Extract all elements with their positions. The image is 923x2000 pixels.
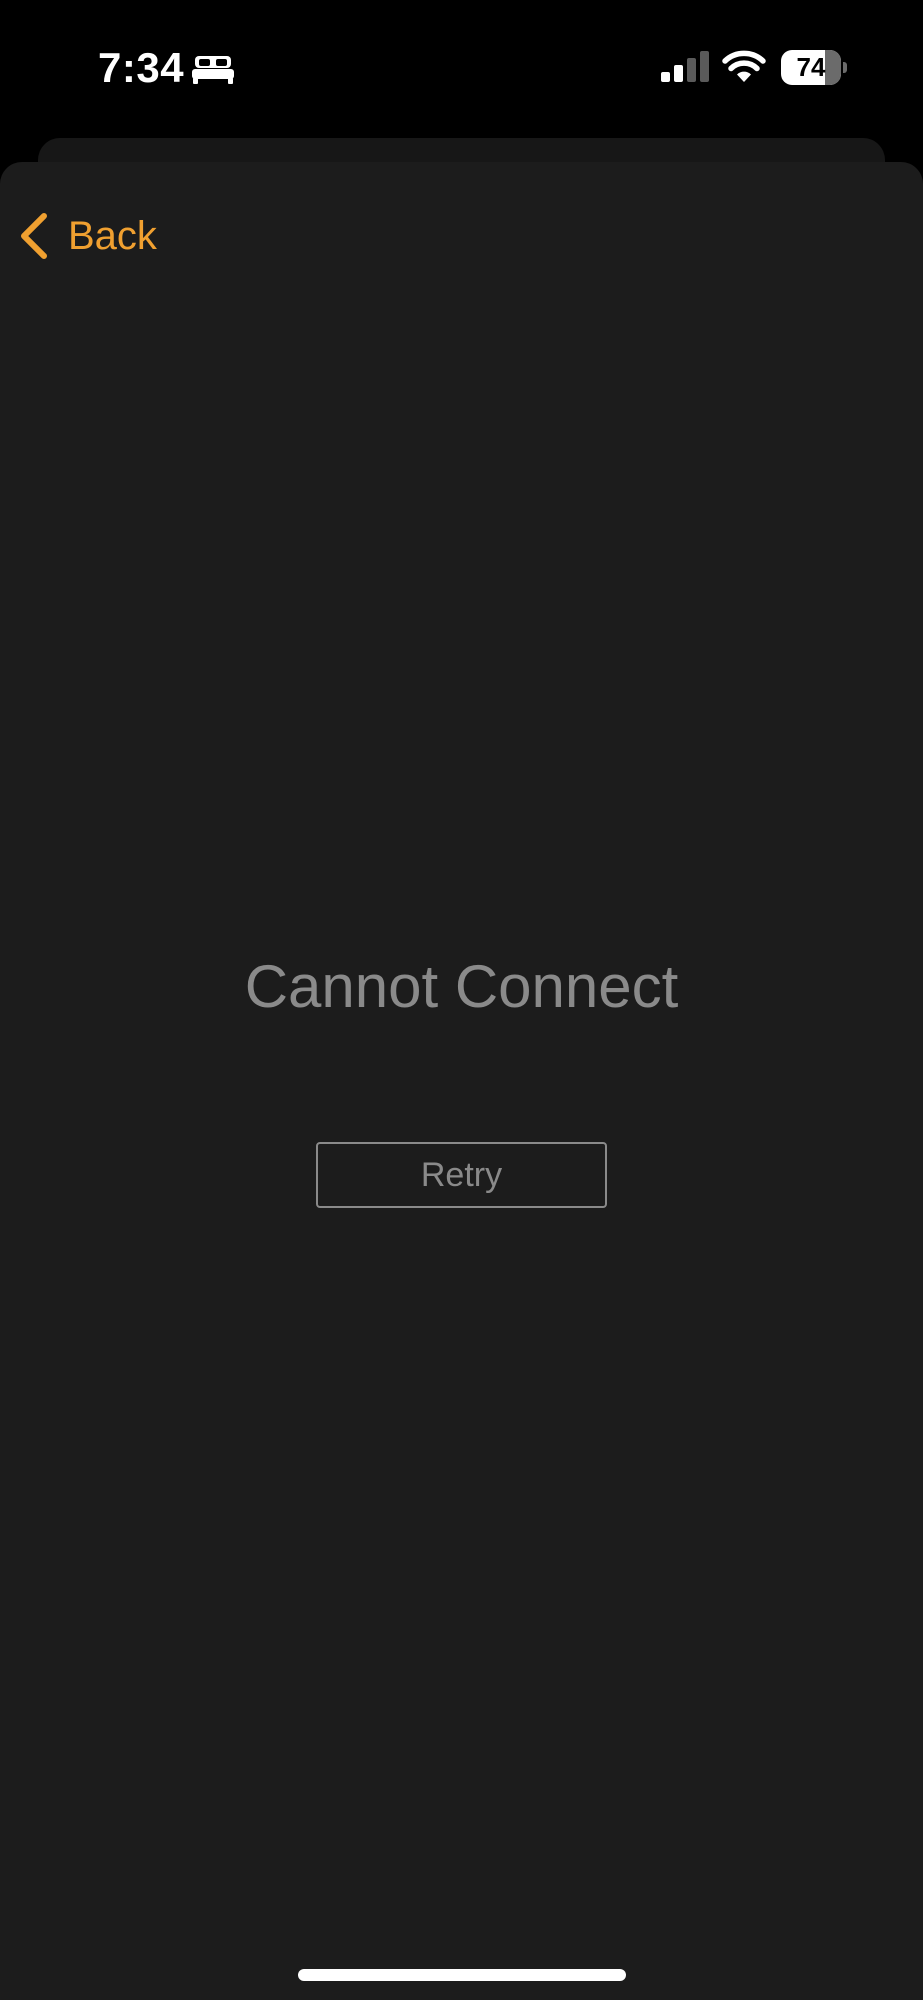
battery-level: 74	[796, 52, 826, 82]
battery-icon: 74	[781, 50, 847, 85]
back-button[interactable]: Back	[18, 206, 157, 266]
error-message: Cannot Connect	[244, 953, 679, 1020]
app-screen: 7:34 74 Back Cannot Connect Retry	[0, 0, 923, 2000]
cellular-signal-icon	[661, 51, 709, 82]
back-label: Back	[68, 214, 157, 258]
status-bar: 7:34 74	[0, 0, 923, 135]
retry-button[interactable]: Retry	[316, 1142, 607, 1208]
wifi-icon	[722, 50, 766, 82]
bed-icon	[192, 56, 234, 84]
home-indicator[interactable]	[298, 1969, 626, 1981]
status-time: 7:34	[98, 44, 185, 91]
modal-sheet: Back Cannot Connect Retry	[0, 162, 923, 2000]
chevron-left-icon	[21, 213, 47, 259]
battery-nub	[843, 62, 847, 73]
battery-body: 74	[781, 50, 841, 85]
